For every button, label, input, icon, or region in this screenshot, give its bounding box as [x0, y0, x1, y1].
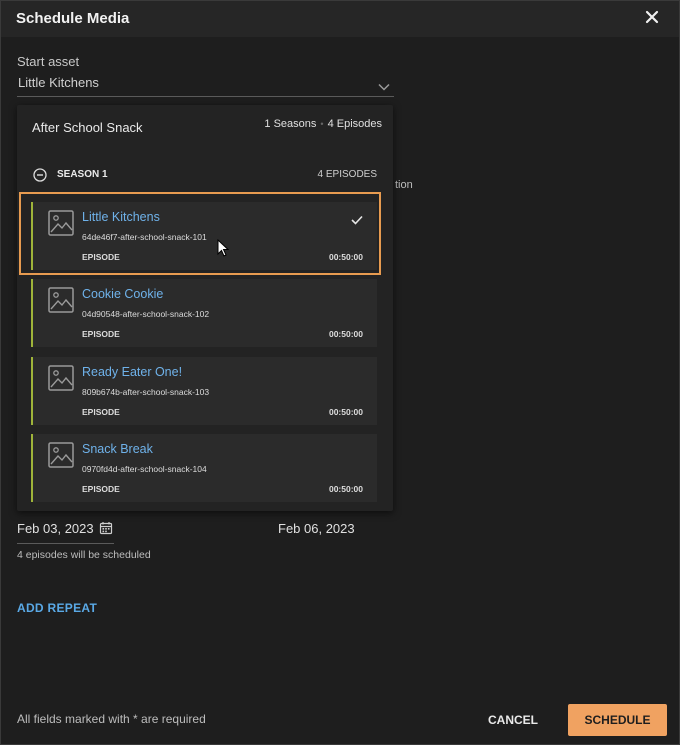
episode-duration: 00:50:00: [328, 329, 363, 339]
series-title: After School Snack: [32, 120, 143, 135]
episode-type: EPISODE: [82, 252, 120, 262]
seasons-count: 1 Seasons: [264, 118, 317, 130]
chevron-down-icon: [378, 78, 390, 96]
episode-item-cookie-cookie[interactable]: Cookie Cookie 04d90548-after-school-snac…: [31, 279, 377, 347]
add-repeat-button[interactable]: ADD REPEAT: [17, 601, 97, 615]
schedule-media-dialog: Schedule Media Start asset Little Kitche…: [0, 0, 680, 745]
episode-name: Ready Eater One!: [82, 365, 183, 379]
episode-duration: 00:50:00: [328, 252, 363, 262]
episode-type: EPISODE: [82, 484, 120, 494]
close-icon[interactable]: [645, 10, 659, 24]
episode-name: Cookie Cookie: [82, 287, 164, 301]
start-asset-value: Little Kitchens: [18, 75, 99, 90]
mouse-pointer-icon: [217, 238, 230, 262]
episode-duration: 00:50:00: [328, 484, 363, 494]
dialog-titlebar: Schedule Media: [1, 1, 679, 37]
episode-duration: 00:50:00: [328, 407, 363, 417]
series-meta: 1 Seasons • 4 Episodes: [264, 118, 382, 130]
image-placeholder-icon: [48, 442, 74, 468]
collapse-icon[interactable]: [33, 168, 47, 187]
episode-item-ready-eater-one[interactable]: Ready Eater One! 809b674b-after-school-s…: [31, 357, 377, 425]
image-placeholder-icon: [48, 287, 74, 313]
check-icon: [351, 212, 363, 230]
meta-separator: •: [320, 119, 324, 129]
episode-type: EPISODE: [82, 329, 120, 339]
start-asset-label: Start asset: [17, 54, 80, 69]
episodes-count: 4 Episodes: [327, 118, 382, 130]
start-date-value: Feb 03, 2023: [17, 521, 94, 536]
start-date-field[interactable]: Feb 03, 2023: [17, 517, 114, 544]
image-placeholder-icon: [48, 210, 74, 236]
schedule-button[interactable]: SCHEDULE: [568, 704, 667, 736]
start-asset-select[interactable]: Little Kitchens: [17, 72, 394, 97]
episode-type: EPISODE: [82, 407, 120, 417]
episode-id: 64de46f7-after-school-snack-101: [82, 232, 207, 242]
season-row: SEASON 1 4 EPISODES: [33, 167, 377, 185]
episode-name: Snack Break: [82, 442, 153, 456]
season-episode-count: 4 EPISODES: [317, 169, 377, 180]
episode-item-little-kitchens[interactable]: Little Kitchens 64de46f7-after-school-sn…: [31, 202, 377, 270]
image-placeholder-icon: [48, 365, 74, 391]
episodes-scheduled-note: 4 episodes will be scheduled: [17, 549, 151, 561]
end-date-value: Feb 06, 2023: [278, 521, 355, 536]
episode-id: 04d90548-after-school-snack-102: [82, 309, 210, 319]
season-label: SEASON 1: [57, 169, 108, 180]
episode-id: 0970fd4d-after-school-snack-104: [82, 464, 207, 474]
required-fields-note: All fields marked with * are required: [17, 712, 206, 726]
cancel-button[interactable]: CANCEL: [479, 705, 547, 735]
dialog-title: Schedule Media: [16, 10, 130, 27]
obscured-option-text: tion: [395, 179, 413, 191]
episode-name: Little Kitchens: [82, 210, 160, 224]
asset-dropdown-panel: After School Snack 1 Seasons • 4 Episodes …: [17, 105, 393, 511]
calendar-icon[interactable]: [99, 521, 113, 540]
episode-id: 809b674b-after-school-snack-103: [82, 387, 210, 397]
episode-item-snack-break[interactable]: Snack Break 0970fd4d-after-school-snack-…: [31, 434, 377, 502]
